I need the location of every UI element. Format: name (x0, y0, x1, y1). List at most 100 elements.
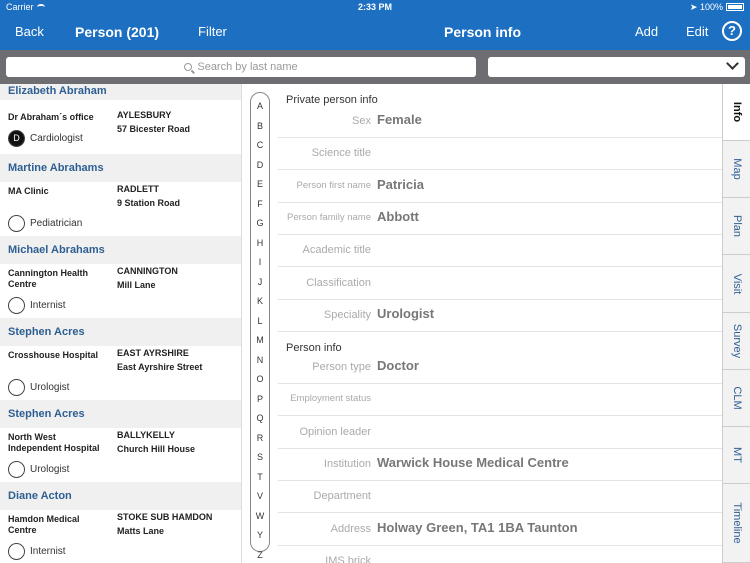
specialty-label: Internist (30, 300, 66, 312)
index-letter[interactable]: P (251, 394, 269, 404)
field-row[interactable]: Opinion leader (278, 417, 722, 449)
index-letter[interactable]: A (251, 101, 269, 111)
filter-dropdown[interactable] (488, 57, 745, 77)
field-row[interactable]: Academic title (278, 235, 722, 268)
street-address: 9 Station Road (117, 198, 181, 208)
street-address: East Ayrshire Street (117, 362, 203, 372)
street-address: Church Hill House (117, 444, 196, 454)
search-placeholder: Search by last name (197, 61, 298, 73)
index-letter[interactable]: O (251, 374, 269, 384)
index-letter[interactable]: Y (251, 530, 269, 540)
list-item[interactable]: Stephen Acres Crosshouse Hospital EAST AYR… (0, 318, 241, 400)
field-row[interactable]: Employment status (278, 384, 722, 417)
person-name: Elizabeth Abraham (0, 84, 241, 100)
status-circle-icon (8, 543, 25, 560)
index-letter[interactable]: C (251, 140, 269, 150)
field-value: Doctor (377, 358, 419, 373)
tab-label: Info (731, 101, 743, 123)
person-name: Stephen Acres (0, 318, 241, 346)
field-label: Science title (311, 147, 371, 160)
navigation-bar: Back Person (201) Filter Person info Add… (0, 16, 750, 50)
city-name: STOKE SUB HAMDON (117, 512, 213, 522)
side-tab-bar: Info Map Plan Visit Survey CLM MT Timeline (722, 84, 750, 563)
field-value: Urologist (377, 305, 435, 321)
tab-label: Survey (731, 323, 743, 358)
index-letter[interactable]: V (251, 491, 269, 501)
index-letter[interactable]: S (251, 452, 269, 462)
person-details: MA Clinic RADLETT 9 Station Road Pediatrici… (0, 182, 241, 236)
list-item[interactable]: Diane Acton Hamdon Medical Centre STOKE SU… (0, 482, 241, 563)
field-row[interactable]: Sex Female (278, 106, 722, 138)
field-row[interactable]: Science title (278, 138, 722, 171)
tab-timeline[interactable]: Timeline (723, 484, 750, 563)
battery-percent: 100% (699, 2, 723, 12)
specialty-label: Cardiologist (30, 133, 83, 145)
tab-clm[interactable]: CLM (723, 370, 750, 427)
tab-survey[interactable]: Survey (723, 313, 750, 370)
field-value: Patricia (377, 176, 424, 192)
field-row[interactable]: Person family name Abbott (278, 203, 722, 235)
index-letter[interactable]: I (251, 257, 269, 267)
city-name: EAST AYRSHIRE (117, 348, 189, 358)
back-button[interactable]: Back (15, 24, 44, 39)
index-letter[interactable]: M (251, 335, 269, 345)
help-icon[interactable]: ? (722, 21, 742, 41)
index-letter[interactable]: N (251, 355, 269, 365)
index-letter[interactable]: B (251, 121, 269, 131)
field-row[interactable]: Speciality Urologist (278, 300, 722, 332)
field-label: Person first name (296, 179, 371, 191)
specialty: Internist (8, 297, 66, 314)
index-letter[interactable]: T (251, 472, 269, 482)
alphabet-index[interactable]: ABCDEFGHIJKLMNOPQRSTVWYZ (250, 92, 270, 560)
address-block: EAST AYRSHIRE East Ayrshire Street (117, 346, 202, 374)
index-letter[interactable]: R (251, 433, 269, 443)
field-label: Address (330, 522, 371, 535)
index-letter[interactable]: G (251, 218, 269, 228)
search-input[interactable]: Search by last name (6, 57, 476, 77)
field-label: Person type (312, 361, 371, 373)
specialty-label: Pediatrician (30, 218, 83, 230)
index-letter[interactable]: Z (251, 550, 269, 560)
status-circle-icon (8, 461, 25, 478)
list-item[interactable]: Michael Abrahams Cannington Health Centre… (0, 236, 241, 318)
index-letter[interactable]: J (251, 277, 269, 287)
field-row[interactable]: Address Holway Green, TA1 1BA Taunton (278, 514, 722, 546)
list-item[interactable]: Martine Abrahams MA Clinic RADLETT 9 Statio… (0, 154, 241, 236)
street-address: 57 Bicester Road (117, 124, 191, 134)
organization-name: Cannington Health Centre (8, 268, 88, 289)
list-item[interactable]: Elizabeth Abraham Dr Abraham´s office AYLE… (0, 84, 241, 154)
status-circle-icon (8, 215, 25, 232)
field-row[interactable]: IMS brick (278, 546, 722, 563)
add-button[interactable]: Add (635, 24, 658, 39)
person-name: Michael Abrahams (0, 236, 241, 264)
person-list[interactable]: Elizabeth Abraham Dr Abraham´s office AYLE… (0, 84, 242, 563)
field-row[interactable]: Person first name Patricia (278, 171, 722, 203)
index-letter[interactable]: K (251, 296, 269, 306)
chevron-down-icon (726, 57, 739, 70)
tab-map[interactable]: Map (723, 141, 750, 199)
person-name: Diane Acton (0, 482, 241, 510)
index-letter[interactable]: H (251, 238, 269, 248)
list-item[interactable]: Stephen Acres North West Independent Hosp… (0, 400, 241, 482)
edit-button[interactable]: Edit (686, 24, 708, 39)
index-letter[interactable]: F (251, 199, 269, 209)
field-row[interactable]: Institution Warwick House Medical Centre (278, 449, 722, 481)
filter-button[interactable]: Filter (198, 24, 227, 39)
tab-mt[interactable]: MT (723, 427, 750, 485)
tab-visit[interactable]: Visit (723, 256, 750, 313)
person-details: Crosshouse Hospital EAST AYRSHIRE East Ayr… (0, 346, 241, 400)
status-bar: Carrier 2:33 PM ➤ 100% (0, 0, 750, 16)
tab-plan[interactable]: Plan (723, 198, 750, 256)
index-letter[interactable]: L (251, 316, 269, 326)
index-letter[interactable]: D (251, 160, 269, 170)
person-name: Stephen Acres (0, 400, 241, 428)
index-letter[interactable]: E (251, 179, 269, 189)
clock: 2:33 PM (357, 2, 392, 12)
field-row[interactable]: Person type Doctor (278, 352, 722, 384)
field-row[interactable]: Classification (278, 268, 722, 300)
index-letter[interactable]: Q (251, 413, 269, 423)
tab-info[interactable]: Info (723, 84, 750, 141)
index-letter[interactable]: W (251, 511, 269, 521)
field-row[interactable]: Department (278, 481, 722, 514)
organization-name: Dr Abraham´s office (8, 112, 94, 122)
